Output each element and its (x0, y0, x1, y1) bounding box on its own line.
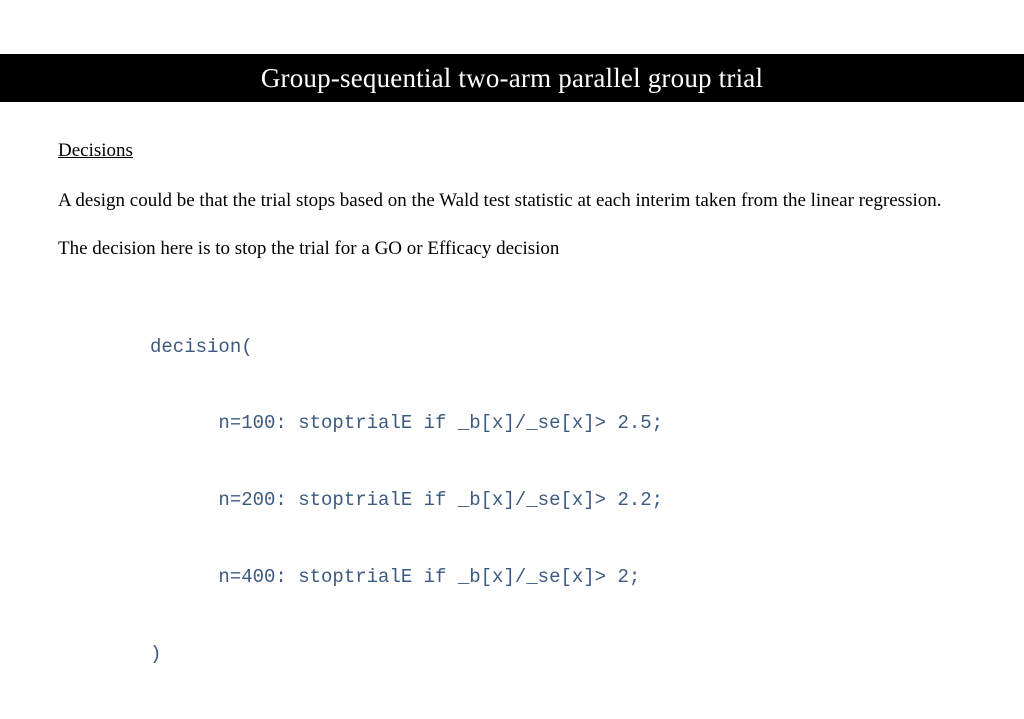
code-block: decision( n=100: stoptrialE if _b[x]/_se… (150, 283, 966, 719)
slide-title: Group-sequential two-arm parallel group … (261, 63, 763, 94)
code-line: n=100: stoptrialE if _b[x]/_se[x]> 2.5; (150, 411, 966, 437)
code-line: ) (150, 642, 966, 668)
paragraph-1: A design could be that the trial stops b… (58, 188, 966, 214)
code-line: n=400: stoptrialE if _b[x]/_se[x]> 2; (150, 565, 966, 591)
title-bar: Group-sequential two-arm parallel group … (0, 54, 1024, 102)
paragraph-2: The decision here is to stop the trial f… (58, 236, 966, 262)
code-line: decision( (150, 335, 966, 361)
section-heading: Decisions (58, 140, 966, 162)
code-line: n=200: stoptrialE if _b[x]/_se[x]> 2.2; (150, 488, 966, 514)
slide-body: Decisions A design could be that the tri… (58, 140, 966, 719)
